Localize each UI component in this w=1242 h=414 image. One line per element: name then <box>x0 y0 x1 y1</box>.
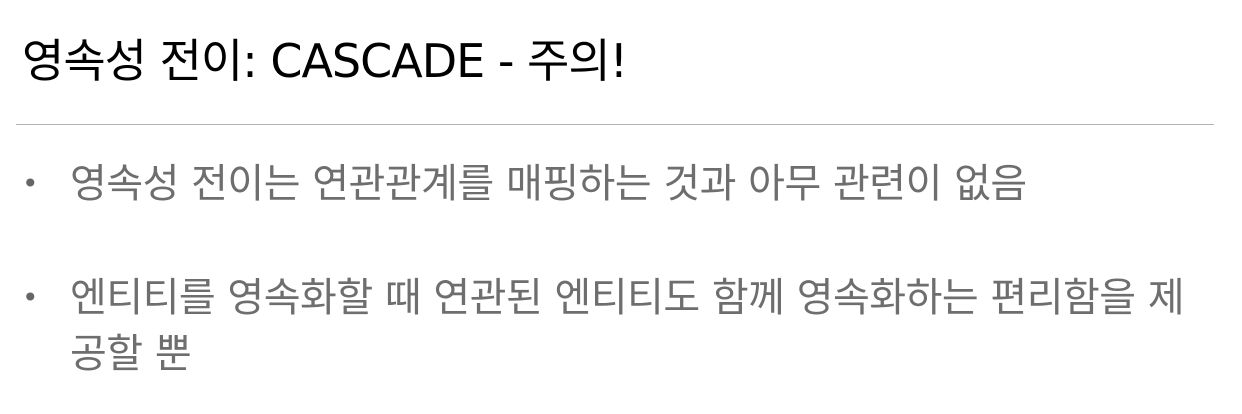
title-divider <box>16 124 1214 125</box>
bullet-marker: • <box>22 281 39 314</box>
bullet-text: 엔티티를 영속화할 때 연관된 엔티티도 함께 영속화하는 편리함을 제공할 뿐 <box>70 275 1185 377</box>
slide-title: 영속성 전이: CASCADE - 주의! <box>22 34 628 88</box>
bullet-text: 영속성 전이는 연관관계를 매핑하는 것과 아무 관련이 없음 <box>70 161 1027 207</box>
bullet-marker: • <box>22 167 39 200</box>
slide: 영속성 전이: CASCADE - 주의! • 영속성 전이는 연관관계를 매핑… <box>0 0 1242 414</box>
